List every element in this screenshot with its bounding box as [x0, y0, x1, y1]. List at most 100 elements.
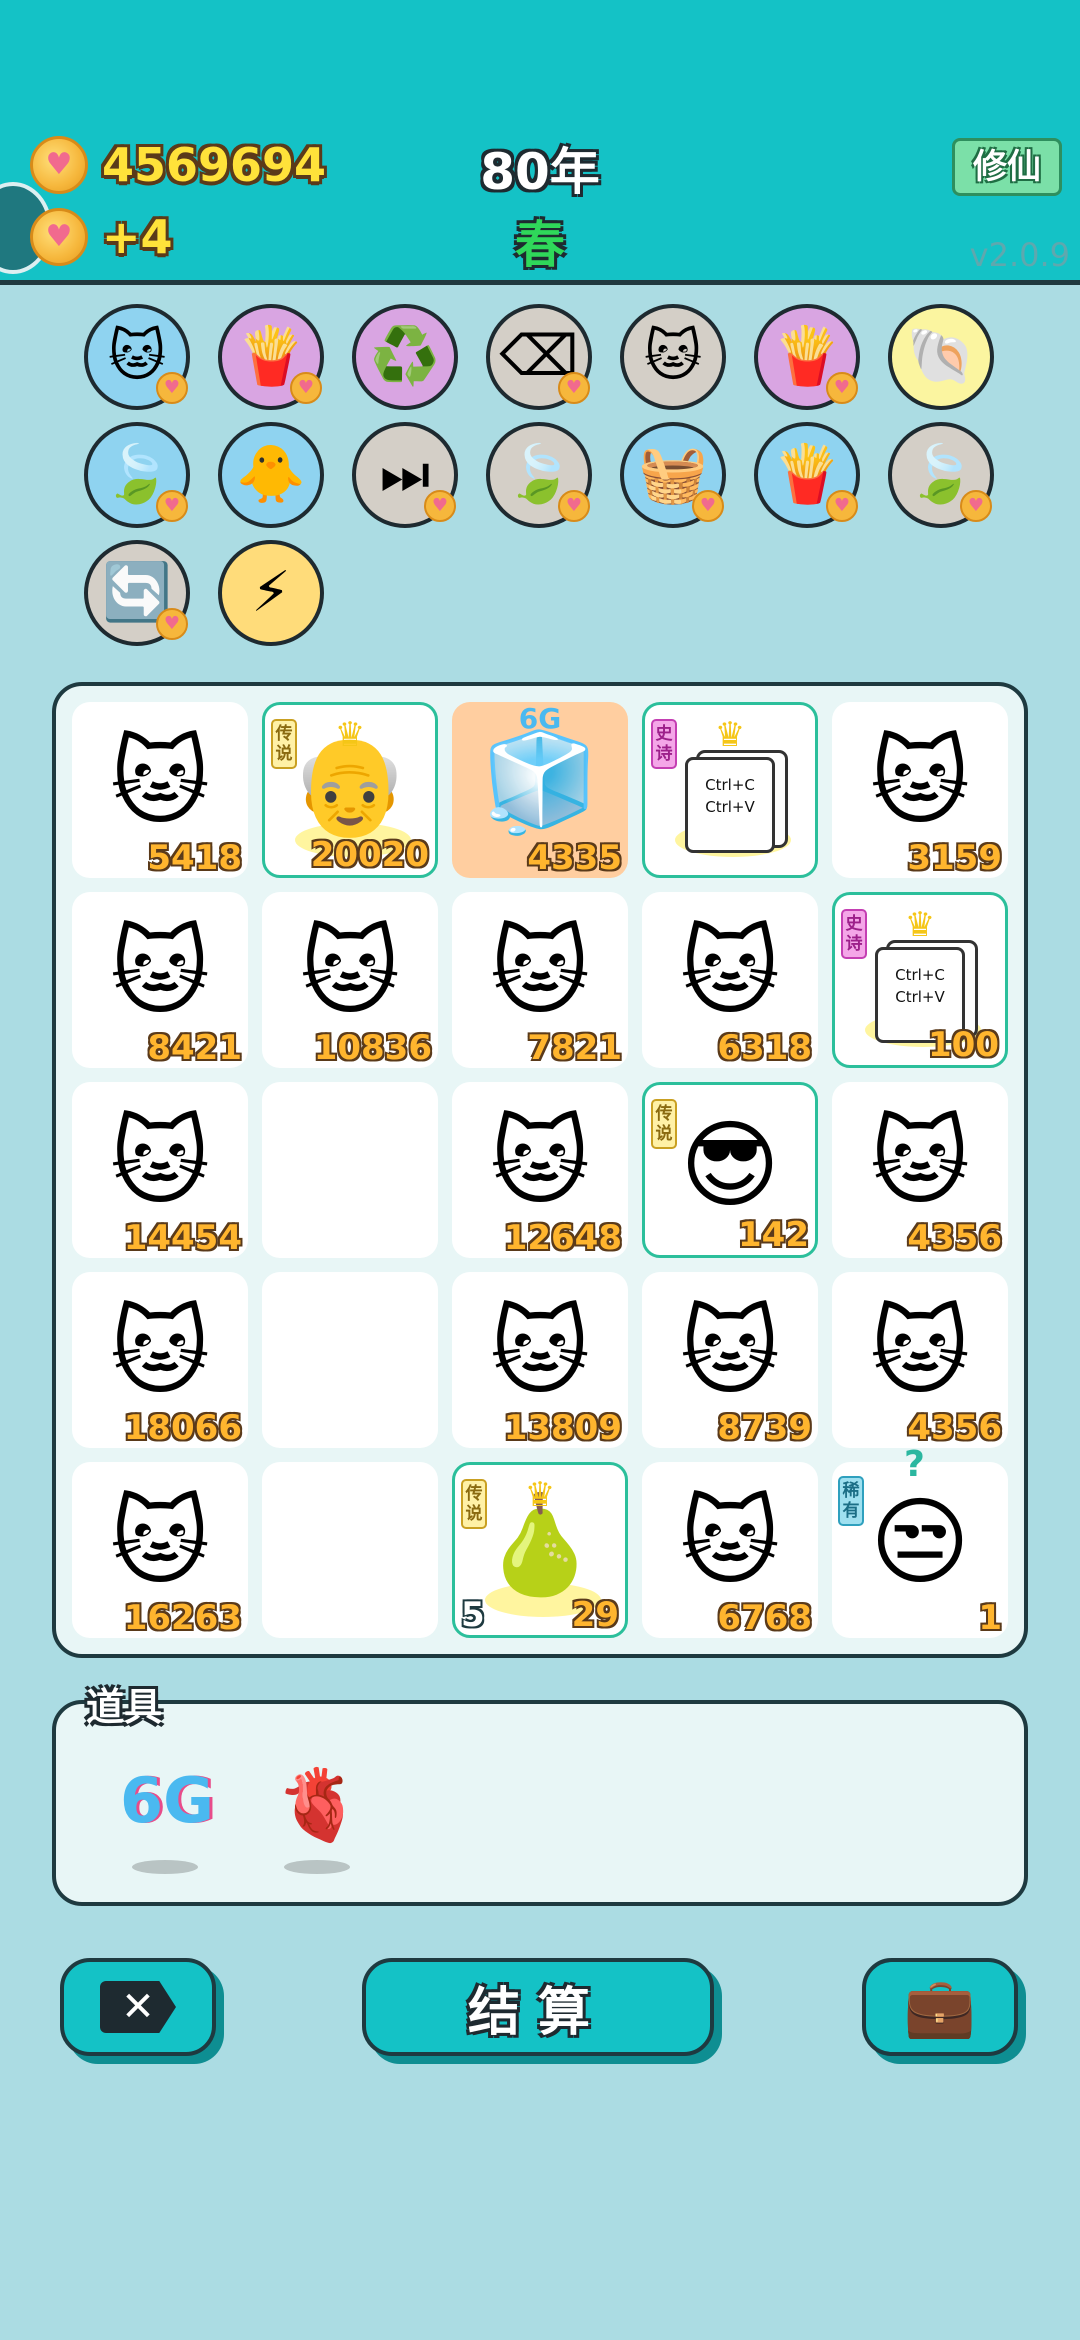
slot-cat[interactable]: 🐱 4356 — [832, 1082, 1008, 1258]
slot-value: 6768 — [717, 1598, 812, 1638]
buff-remove-tag-icon[interactable]: ⌫ ♥ — [486, 304, 592, 410]
heart-badge-icon: ♥ — [156, 608, 188, 640]
buff-cat-coin-icon[interactable]: 🐱 ♥ — [84, 304, 190, 410]
cat-icon: 🐱 — [679, 1296, 781, 1408]
buff-fries-icon[interactable]: 🍟 ♥ — [218, 304, 324, 410]
slot-counter: 5 — [461, 1595, 485, 1635]
slot-cat[interactable]: 🐱 5418 — [72, 702, 248, 878]
heart-badge-icon: ♥ — [156, 490, 188, 522]
empty-slot[interactable] — [262, 1462, 438, 1638]
upgrade-label: 6G — [518, 702, 562, 735]
slot-value: 3159 — [907, 838, 1002, 878]
slot-cat[interactable]: 🐱 7821 — [452, 892, 628, 1068]
empty-slot[interactable] — [262, 1082, 438, 1258]
slot-epic-copy[interactable]: Ctrl+C Ctrl+V ♛ 史诗 100 — [832, 892, 1008, 1068]
slot-cat[interactable]: 🐱 6768 — [642, 1462, 818, 1638]
cat-icon: 🐱 — [869, 1296, 971, 1408]
slot-cat[interactable]: 🐱 4356 — [832, 1272, 1008, 1448]
heart-coin-icon: ♥ — [30, 136, 88, 194]
slot-cat[interactable]: 🐱 14454 — [72, 1082, 248, 1258]
item-shadow — [132, 1860, 198, 1874]
skip-icon: ⏭ — [379, 442, 431, 507]
buff-recycle-icon[interactable]: ♻️ — [352, 304, 458, 410]
remove-tag-icon: ✕ — [100, 1981, 176, 2033]
buff-leaf-icon[interactable]: 🍃 ♥ — [84, 422, 190, 528]
slot-value: 6318 — [717, 1028, 812, 1068]
slot-legend[interactable]: 😎 传说 142 — [642, 1082, 818, 1258]
slot-cat[interactable]: 🐱 12648 — [452, 1082, 628, 1258]
rarity-tag: 传说 — [461, 1479, 487, 1529]
liver-item[interactable]: 🫀 — [264, 1764, 374, 1874]
heart-badge-icon: ♥ — [692, 490, 724, 522]
inventory-button[interactable]: 💼 — [862, 1958, 1018, 2056]
settle-button[interactable]: 结算 — [362, 1958, 714, 2056]
slot-cat[interactable]: 🐱 3159 — [832, 702, 1008, 878]
briefcase-icon: 💼 — [903, 1972, 977, 2041]
buff-refresh-icon[interactable]: 🔄 ♥ — [84, 540, 190, 646]
slot-cat[interactable]: 🐱 8739 — [642, 1272, 818, 1448]
cultivation-mode-button[interactable]: 修仙 — [952, 138, 1062, 196]
slot-cat[interactable]: 🐱 6318 — [642, 892, 818, 1068]
rarity-tag: 传说 — [651, 1099, 677, 1149]
buff-skip-icon[interactable]: ⏭ ♥ — [352, 422, 458, 528]
top-bar: ♥ 4569694 ♥ +4 80年 春 修仙 v2.0.9 — [0, 0, 1080, 285]
question-mark: ? — [904, 1444, 925, 1485]
heart-badge-icon: ♥ — [558, 372, 590, 404]
cat-icon: 🐱 — [109, 726, 211, 838]
slot-value: 14454 — [123, 1218, 242, 1258]
liver-icon: 🫀 — [275, 1764, 363, 1846]
slot-value: 142 — [738, 1215, 809, 1255]
rarity-tag: 史诗 — [841, 909, 867, 959]
heart-badge-icon: ♥ — [558, 490, 590, 522]
slot-epic-copy[interactable]: Ctrl+C Ctrl+V ♛ 史诗 — [642, 702, 818, 878]
slot-value: 8739 — [717, 1408, 812, 1448]
slot-cat[interactable]: 🐱 18066 — [72, 1272, 248, 1448]
cat-icon: 🐱 — [489, 916, 591, 1028]
slot-board: 🐱 5418 👴 ♛ 传说 20020 🧊 6G 4335 Ctrl+C Ctrl+V ♛ 史诗 🐱 315… — [52, 682, 1028, 1658]
slot-cat[interactable]: 🐱 13809 — [452, 1272, 628, 1448]
copy-paste-card: Ctrl+C Ctrl+V — [685, 757, 775, 853]
buff-twin-cats-icon[interactable]: 🐱 — [620, 304, 726, 410]
slot-value: 16263 — [123, 1598, 242, 1638]
heart-badge-icon: ♥ — [960, 490, 992, 522]
coin-total-row: ♥ 4569694 — [30, 136, 326, 194]
buff-shell-icon[interactable]: 🐚 — [888, 304, 994, 410]
cat-icon: 🐱 — [489, 1106, 591, 1218]
season-display: 春 — [515, 216, 565, 274]
slot-cat[interactable]: 🐱 16263 — [72, 1462, 248, 1638]
buff-leaf-icon[interactable]: 🍃 ♥ — [888, 422, 994, 528]
slot-cat[interactable]: 🐱 10836 — [262, 892, 438, 1068]
empty-slot[interactable] — [262, 1272, 438, 1448]
slot-fridge[interactable]: 🧊 6G 4335 — [452, 702, 628, 878]
slot-value: 29 — [571, 1595, 619, 1635]
slot-cat[interactable]: 🐱 8421 — [72, 892, 248, 1068]
buff-fries-icon[interactable]: 🍟 ♥ — [754, 422, 860, 528]
cat-icon: 🐱 — [679, 916, 781, 1028]
cat-icon: 🐱 — [109, 916, 211, 1028]
fridge-icon: 🧊 — [480, 726, 600, 838]
shell-icon: 🐚 — [906, 324, 976, 389]
slot-value: 8421 — [147, 1028, 242, 1068]
remove-symbol-button[interactable]: ✕ — [60, 1958, 216, 2056]
buff-leaf-icon[interactable]: 🍃 ♥ — [486, 422, 592, 528]
coin-income-row: ♥ +4 — [30, 208, 173, 266]
slot-legend[interactable]: 👴 ♛ 传说 20020 — [262, 702, 438, 878]
copy-text: Ctrl+C — [895, 966, 945, 984]
buff-lightning-icon[interactable]: ⚡ — [218, 540, 324, 646]
cat-coin-icon: 🐱 — [107, 324, 167, 389]
slot-rare[interactable]: 😒 稀有? 1 — [832, 1444, 1008, 1638]
slot-value: 7821 — [527, 1028, 622, 1068]
rarity-tag: 传说 — [271, 719, 297, 769]
slot-value: 4335 — [527, 838, 622, 878]
cat-icon: 🐱 — [109, 1296, 211, 1408]
cat-icon: 🐱 — [489, 1296, 591, 1408]
6g-item[interactable]: 6G — [112, 1764, 222, 1874]
copy-text: Ctrl+C — [705, 776, 755, 794]
year-display: 80年 — [480, 143, 600, 201]
buff-fruit-basket-icon[interactable]: 🧺 ♥ — [620, 422, 726, 528]
6g-item-label: 6G — [119, 1764, 215, 1837]
coin-total: 4569694 — [102, 138, 327, 192]
buff-chick-egg-icon[interactable]: 🐥 — [218, 422, 324, 528]
slot-legend[interactable]: 🍐 ♛ 传说 5 29 — [452, 1462, 628, 1638]
buff-fries-icon[interactable]: 🍟 ♥ — [754, 304, 860, 410]
